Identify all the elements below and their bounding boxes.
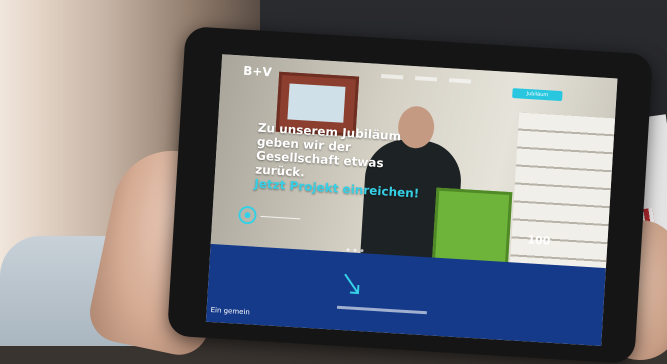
band-text-line bbox=[336, 305, 427, 315]
tablet: B+V Jubiläum Zu unserem Jubiläum geben w… bbox=[166, 26, 654, 364]
anniversary-badge: 100 bbox=[527, 233, 551, 248]
slider-dot bbox=[346, 248, 350, 252]
hero-headline: Zu unserem Jubiläum geben wir der Gesell… bbox=[254, 121, 428, 201]
tablet-screen: B+V Jubiläum Zu unserem Jubiläum geben w… bbox=[205, 54, 618, 346]
hero-shelves bbox=[510, 112, 616, 269]
slider-dot bbox=[353, 248, 357, 252]
slider-dot bbox=[360, 249, 364, 253]
site-logo[interactable]: B+V bbox=[243, 64, 272, 80]
band-text: Ein gemein bbox=[210, 306, 251, 317]
arrow-icon[interactable] bbox=[340, 270, 368, 300]
